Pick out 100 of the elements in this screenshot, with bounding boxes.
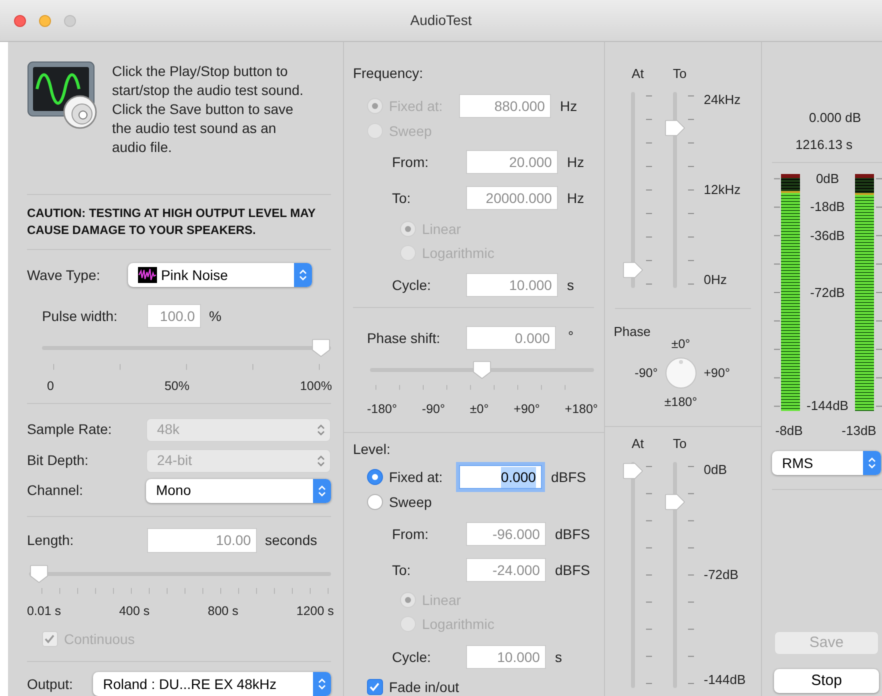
push-button[interactable]: Stop	[774, 669, 880, 693]
radio-button[interactable]: Sweep	[366, 492, 432, 512]
waveform-icon	[138, 267, 157, 284]
field-label: From:	[392, 524, 430, 544]
tick-label: 800 s	[208, 603, 238, 619]
unit-label: °	[568, 327, 574, 346]
input-field[interactable]: 20000.000	[466, 186, 558, 210]
field-label: Pulse width:	[42, 306, 118, 326]
section-title: Level:	[352, 440, 392, 458]
slider[interactable]	[622, 462, 644, 688]
unit-label: Hz	[566, 188, 584, 208]
unit-label: s	[554, 648, 562, 666]
scale-label: 24kHz	[704, 92, 741, 108]
unit-label: dBFS	[554, 524, 590, 544]
input-field[interactable]: 10.000	[466, 273, 558, 297]
field-label: To:	[392, 188, 412, 208]
slider-thumb[interactable]	[664, 493, 686, 512]
field-label: Wave Type:	[26, 266, 102, 285]
window-title: AudioTest	[410, 11, 472, 30]
instructions-text: Click the Play/Stop button to start/stop the audio test sound. Click the Save button to save the audio test sound as an audio file.	[112, 62, 304, 157]
scale-label: -18dB	[809, 199, 846, 216]
phase-knob[interactable]	[664, 356, 698, 390]
checkmark-icon	[44, 634, 56, 644]
slider-thumb[interactable]	[28, 564, 49, 584]
slider[interactable]	[664, 462, 686, 688]
knob-label: ±180°	[664, 394, 698, 410]
column-header: To	[672, 435, 688, 454]
zoom-button[interactable]	[64, 15, 76, 27]
field-label: Output:	[26, 674, 74, 694]
field-label: To:	[392, 560, 412, 580]
tick-label: 400 s	[119, 603, 150, 619]
slider-thumb[interactable]	[622, 261, 644, 280]
up-down-chevron-icon	[298, 269, 307, 282]
slider[interactable]	[42, 338, 331, 358]
peak-reading: 0.000 dB	[808, 110, 862, 126]
knob-label: -90°	[634, 365, 658, 381]
up-down-chevron-icon	[868, 457, 876, 469]
field-label: Sample Rate:	[26, 420, 113, 440]
field-label: Bit Depth:	[26, 451, 90, 470]
unit-label: %	[208, 306, 222, 326]
scale-label: 0dB	[814, 170, 840, 187]
input-field[interactable]: 20.000	[466, 150, 558, 174]
checkmark-icon	[369, 682, 380, 692]
tick-label: -90°	[422, 400, 445, 417]
input-field[interactable]: 0.000	[466, 326, 556, 350]
section-title: Frequency:	[352, 64, 424, 82]
slider[interactable]	[622, 92, 644, 288]
slider-thumb[interactable]	[664, 118, 686, 137]
dropdown[interactable]: Roland : DU...RE EX 48kHz	[92, 672, 331, 696]
field-label: Channel:	[26, 481, 84, 500]
slider-thumb[interactable]	[622, 462, 644, 480]
column-header: At	[630, 65, 645, 84]
slider[interactable]	[664, 92, 686, 288]
tick-label: ±0°	[470, 400, 489, 417]
minimize-button[interactable]	[39, 15, 51, 27]
radio-button[interactable]: Fixed at:	[366, 467, 459, 487]
tick-label: 100%	[300, 378, 332, 394]
scale-label: -72dB	[704, 567, 740, 583]
meter-reading: -13dB	[840, 423, 878, 439]
input-field[interactable]: 10.00	[146, 528, 257, 554]
column-header: At	[630, 435, 645, 454]
field-label: Phase shift:	[366, 328, 442, 348]
scale-label: -144dB	[806, 398, 850, 414]
close-button[interactable]	[14, 15, 26, 27]
dropdown[interactable]: RMS	[772, 451, 882, 475]
app-icon	[26, 60, 99, 130]
field-label: From:	[392, 152, 430, 172]
scale-label: 12kHz	[704, 182, 741, 198]
scale-label: -144dB	[704, 672, 746, 688]
scale-label: -36dB	[809, 228, 846, 244]
field-label: Cycle:	[392, 276, 432, 295]
field-label: Length:	[26, 531, 75, 550]
slider-thumb[interactable]	[472, 360, 492, 380]
input-field[interactable]: -96.000	[466, 522, 546, 546]
scale-label: 0Hz	[704, 272, 728, 288]
input-field[interactable]: 0.000	[458, 465, 542, 489]
checkbox[interactable]: Fade in/out	[366, 678, 604, 696]
input-field[interactable]: -24.000	[466, 558, 546, 582]
slider[interactable]	[28, 564, 331, 584]
tick-label: +180°	[564, 400, 598, 417]
knob-label: ±0°	[670, 336, 692, 352]
dropdown[interactable]: Pink Noise	[128, 263, 312, 288]
up-down-chevron-icon	[318, 678, 326, 690]
up-down-chevron-icon	[316, 454, 325, 467]
up-down-chevron-icon	[318, 484, 326, 497]
input-field[interactable]: 10.000	[466, 645, 546, 669]
unit-label: Hz	[566, 152, 584, 172]
up-down-chevron-icon	[316, 424, 325, 436]
tick-label: 50%	[164, 378, 190, 394]
slider-thumb[interactable]	[310, 338, 331, 358]
meter-reading: -8dB	[774, 423, 804, 439]
dropdown[interactable]: Mono	[146, 478, 331, 503]
unit-label: s	[566, 276, 574, 294]
input-field[interactable]: 100.0	[146, 304, 201, 328]
slider[interactable]	[370, 360, 594, 380]
tick-label: 0.01 s	[26, 603, 62, 619]
column-header: To	[672, 65, 688, 84]
tick-label: 0	[46, 378, 54, 394]
caution-text: CAUTION: TESTING AT HIGH OUTPUT LEVEL MAY CAUSE DAMAGE TO YOUR SPEAKERS.	[26, 205, 316, 240]
input-field[interactable]: 880.000	[458, 94, 551, 118]
